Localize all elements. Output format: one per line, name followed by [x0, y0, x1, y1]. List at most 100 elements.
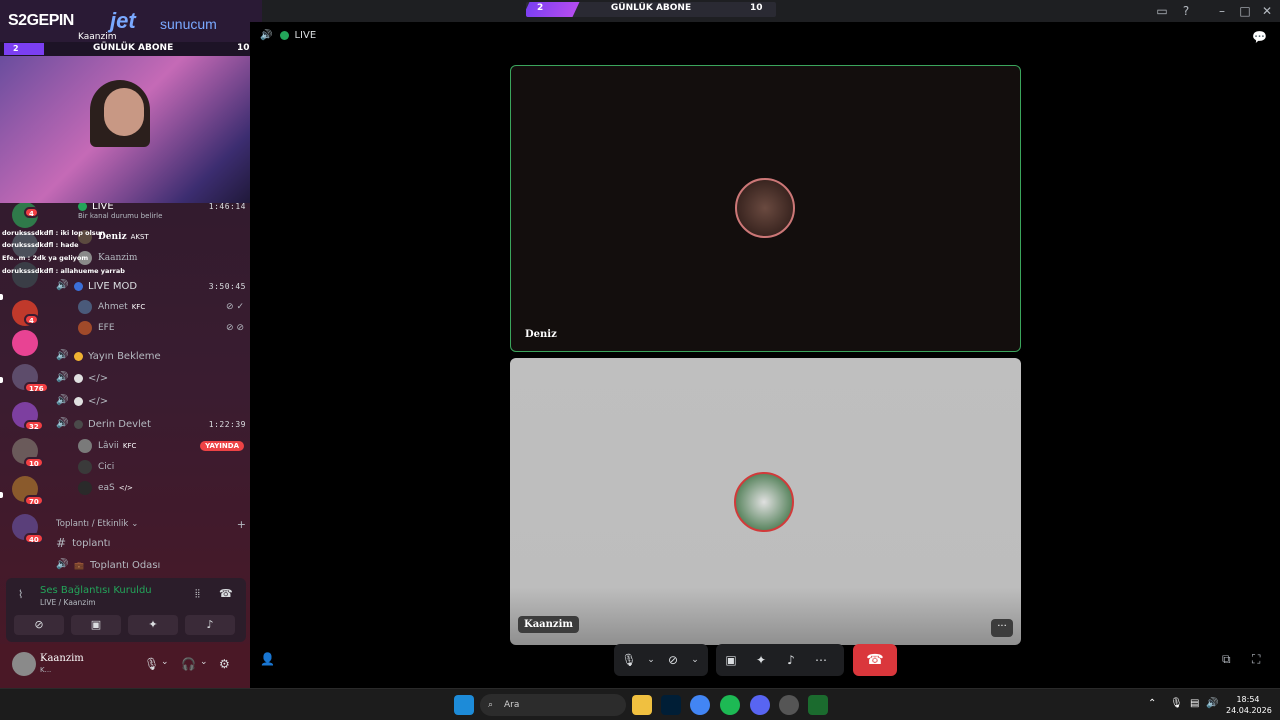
voice-status-title: Ses Bağlantısı Kuruldu	[40, 585, 152, 596]
participant-tile-kaanzim[interactable]: Kaanzim ···	[510, 358, 1021, 645]
chat-bubble-icon[interactable]: 💬	[1252, 30, 1267, 44]
hash-icon: #	[56, 536, 67, 550]
voice-member[interactable]: Cici	[78, 458, 244, 476]
mic-muted-icon: ⊘ ✓	[226, 302, 244, 312]
voice-channel-code-1[interactable]: 🔊 </>	[56, 368, 246, 388]
help-icon[interactable]: ?	[1178, 3, 1194, 19]
disconnect-icon[interactable]: ☎	[219, 587, 233, 600]
more-options-button[interactable]: ···	[991, 619, 1013, 637]
add-channel-icon[interactable]: +	[237, 518, 246, 531]
maximize-button[interactable]: □	[1237, 3, 1253, 19]
camera-off-button[interactable]: ⊘	[14, 615, 64, 635]
speaker-icon: 🔊	[56, 280, 69, 291]
avatar	[78, 481, 92, 495]
invite-user-icon[interactable]: 👤	[260, 652, 275, 666]
member-name: Kaanzim	[98, 253, 138, 263]
app-window: 2 GÜNLÜK ABONE 10 ▭ ? – □ ✕ 4 4 176 32 1…	[0, 0, 1280, 720]
member-name: eaS	[98, 483, 115, 493]
participant-name: Kaanzim	[518, 616, 579, 633]
mention-badge: 4	[24, 207, 39, 218]
hang-up-button[interactable]: ☎	[853, 644, 897, 676]
close-button[interactable]: ✕	[1259, 3, 1275, 19]
popout-icon[interactable]: ⧉	[1222, 652, 1231, 667]
volume-icon[interactable]: 🔊	[1206, 698, 1218, 709]
taskbar-search[interactable]: ⌕ Ara	[480, 694, 626, 716]
overlay-goal-current: 2	[4, 43, 44, 55]
category-toplanti[interactable]: Toplantı / Etkinlik ⌄ +	[56, 514, 246, 534]
voice-member[interactable]: EFE ⊘ ⊘	[78, 319, 244, 337]
avatar[interactable]	[12, 652, 36, 676]
chat-message: doruksssdkdfl : hade	[2, 241, 79, 249]
mention-badge: 176	[24, 382, 49, 393]
clock[interactable]: 18:54 24.04.2026	[1226, 694, 1272, 716]
start-icon[interactable]	[454, 695, 474, 715]
unread-pip	[0, 294, 3, 300]
speaker-icon: 🔊	[56, 418, 69, 429]
noise-suppression-icon[interactable]: ⦙⦙	[195, 587, 200, 601]
photoshop-icon[interactable]	[661, 695, 681, 715]
voice-channel-yayin-bekleme[interactable]: 🔊 Yayın Bekleme	[56, 346, 246, 366]
voice-channel-toplanti-odasi[interactable]: 🔊 💼 Toplantı Odası	[56, 555, 246, 575]
soundboard-button[interactable]: ♪	[185, 615, 235, 635]
spotify-icon[interactable]	[720, 695, 740, 715]
voice-member[interactable]: Lâvii KFC YAYINDA	[78, 437, 244, 455]
mic-muted-icon: ⊘ ⊘	[226, 323, 244, 333]
minimize-button[interactable]: –	[1214, 3, 1230, 19]
inbox-icon[interactable]: ▭	[1154, 3, 1170, 19]
member-name: Cici	[98, 462, 115, 472]
chrome-icon[interactable]	[690, 695, 710, 715]
chevron-down-icon[interactable]: ⌄	[688, 655, 702, 665]
headphones-icon[interactable]: 🎧	[181, 657, 196, 671]
participant-tile-deniz[interactable]: Deniz	[510, 65, 1021, 352]
channel-name: Derin Devlet	[88, 418, 151, 430]
voice-member[interactable]: Kaanzim	[78, 249, 244, 267]
fullscreen-icon[interactable]: ⛶	[1252, 652, 1260, 667]
server-icon[interactable]	[12, 262, 38, 288]
activities-button[interactable]: ✦	[128, 615, 178, 635]
more-icon[interactable]: ⋯	[806, 653, 836, 667]
text-channel-toplanti[interactable]: # toplantı	[56, 533, 246, 553]
user-panel: Kaanzim K... 🎙 ⌄ 🎧 ⌄ ⚙	[0, 644, 250, 688]
search-placeholder: Ara	[504, 700, 520, 710]
app-icon[interactable]	[779, 695, 799, 715]
voice-channel-code-2[interactable]: 🔊 </>	[56, 391, 246, 411]
app-icon[interactable]	[808, 695, 828, 715]
chevron-down-icon[interactable]: ⌄	[161, 657, 169, 667]
channel-name: </>	[88, 372, 109, 384]
mention-badge: 70	[24, 495, 44, 506]
streamer-face	[104, 88, 144, 136]
file-explorer-icon[interactable]	[632, 695, 652, 715]
voice-status-subtitle[interactable]: LIVE / Kaanzim	[40, 598, 96, 607]
avatar	[78, 439, 92, 453]
discord-icon[interactable]	[750, 695, 770, 715]
voice-member[interactable]: Ahmet KFC ⊘ ✓	[78, 298, 244, 316]
activities-icon[interactable]: ✦	[746, 653, 776, 667]
server-icon[interactable]	[12, 330, 38, 356]
mention-badge: 40	[24, 533, 44, 544]
goal-label: GÜNLÜK ABONE	[610, 3, 692, 13]
channel-name: toplantı	[72, 537, 111, 549]
voice-member[interactable]: eaS </>	[78, 479, 244, 497]
voice-channel-derin-devlet[interactable]: 🔊 Derin Devlet 1:22:39	[56, 414, 246, 434]
status-dot	[280, 31, 290, 40]
network-icon[interactable]: ▤	[1190, 698, 1199, 709]
username[interactable]: Kaanzim	[40, 653, 84, 664]
soundboard-icon[interactable]: ♪	[776, 653, 806, 667]
unread-pip	[0, 492, 3, 498]
screen-share-button[interactable]: ▣	[71, 615, 121, 635]
microphone-icon[interactable]: 🎙	[1170, 698, 1183, 709]
gear-icon[interactable]: ⚙	[219, 657, 230, 671]
camera-off-icon[interactable]: ⊘	[658, 653, 688, 667]
chevron-down-icon[interactable]: ⌄	[200, 657, 208, 667]
microphone-icon[interactable]: 🎙	[614, 653, 644, 667]
channel-status[interactable]: Bir kanal durumu belirle	[78, 212, 162, 220]
brand-logo: S2GEPIN	[8, 12, 74, 29]
microphone-icon[interactable]: 🎙	[144, 657, 159, 671]
user-status: K...	[40, 666, 52, 674]
chevron-up-icon[interactable]: ⌃	[1148, 698, 1156, 709]
stage-action-controls: ▣ ✦ ♪ ⋯	[716, 644, 844, 676]
screen-share-icon[interactable]: ▣	[716, 653, 746, 667]
channel-timer: 1:22:39	[208, 419, 246, 429]
chevron-down-icon[interactable]: ⌄	[644, 655, 658, 665]
voice-channel-live-mod[interactable]: 🔊 LIVE MOD 3:50:45	[56, 276, 246, 296]
